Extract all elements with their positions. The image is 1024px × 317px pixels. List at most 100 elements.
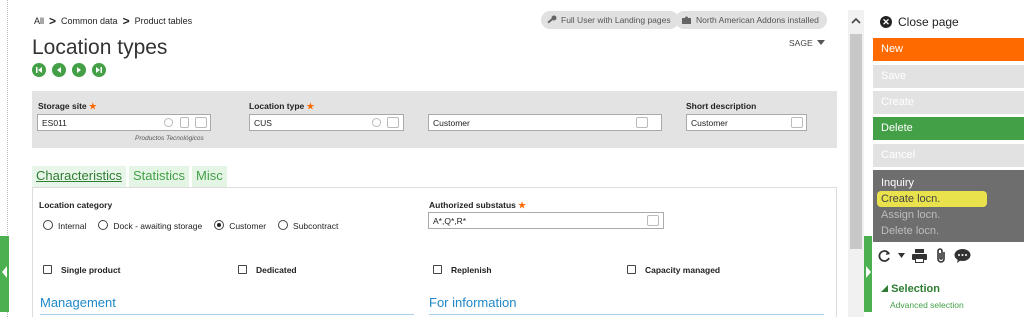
short-description-field[interactable]: Customer [686, 114, 807, 131]
tab-misc[interactable]: Misc [191, 166, 227, 187]
save-button[interactable]: Save [873, 65, 1024, 88]
cancel-button[interactable]: Cancel [873, 144, 1024, 167]
lookup-icon[interactable] [195, 117, 207, 128]
record-actions-menu: Inquiry Create locn. Assign locn. Delete… [873, 170, 1024, 242]
close-page-button[interactable]: ✕ Close page [880, 15, 959, 29]
next-record-icon[interactable] [72, 63, 86, 77]
attachment-icon[interactable] [934, 248, 948, 264]
breadcrumb: All > Common data > Product tables [34, 14, 192, 28]
tab-statistics[interactable]: Statistics [128, 166, 189, 187]
radio-button[interactable] [98, 220, 109, 230]
create-locn-action[interactable]: Create locn. [877, 191, 987, 207]
section-divider [429, 314, 824, 315]
selection-label: Selection [891, 283, 940, 295]
user-type-badge[interactable]: Full User with Landing pages [541, 11, 679, 29]
create-button[interactable]: Create [873, 91, 1024, 114]
tab-characteristics[interactable]: Characteristics [32, 166, 126, 187]
location-type-value: CUS [254, 118, 272, 128]
page-title: Location types [32, 36, 168, 59]
inquiry-action[interactable]: Inquiry [881, 175, 1016, 191]
checkbox[interactable] [238, 265, 247, 274]
checkbox[interactable] [627, 265, 636, 274]
section-management[interactable]: Management [40, 295, 116, 310]
radio-subcontract[interactable]: Subcontract [278, 220, 338, 231]
lookup-icon[interactable] [791, 117, 803, 128]
vertical-scrollbar[interactable] [848, 10, 864, 317]
delete-locn-action[interactable]: Delete locn. [881, 223, 1016, 239]
close-icon: ✕ [880, 16, 892, 28]
last-record-icon[interactable] [92, 63, 106, 77]
checkbox[interactable] [43, 265, 52, 274]
key-icon [547, 15, 557, 24]
assign-locn-action[interactable]: Assign locn. [881, 207, 1016, 223]
authorized-substatus-field[interactable]: A*,Q*,R* [428, 212, 664, 229]
record-navigation [32, 63, 106, 77]
location-type-field[interactable]: CUS [249, 114, 404, 131]
search-icon[interactable] [372, 118, 381, 127]
radio-button[interactable] [43, 220, 53, 230]
company-selector[interactable]: SAGE [789, 38, 825, 48]
previous-record-icon[interactable] [52, 63, 66, 77]
company-label: SAGE [789, 38, 813, 48]
selection-toggle[interactable]: Selection [881, 283, 940, 295]
breadcrumb-all[interactable]: All [34, 16, 44, 26]
breadcrumb-common-data[interactable]: Common data [61, 16, 118, 26]
storage-site-field[interactable]: ES011 [37, 114, 211, 131]
radio-button[interactable] [278, 220, 289, 230]
advanced-selection-link[interactable]: Advanced selection [890, 300, 964, 310]
open-document-icon[interactable] [180, 117, 189, 128]
lookup-icon[interactable] [636, 117, 648, 128]
checkbox-dedicated[interactable]: Dedicated [238, 265, 297, 275]
breadcrumb-product-tables[interactable]: Product tables [135, 16, 193, 26]
short-description-label: Short description [686, 101, 757, 111]
header-panel: Storage site ★ ES011 Productos Tecnológi… [32, 91, 837, 148]
storage-site-label: Storage site ★ [38, 101, 97, 111]
radio-button-selected[interactable] [214, 220, 225, 230]
chevron-down-icon [817, 40, 825, 45]
radio-customer[interactable]: Customer [214, 220, 266, 231]
storage-site-value: ES011 [42, 118, 67, 128]
characteristics-panel: Location category Internal Dock - awaiti… [32, 187, 837, 317]
radio-dock-awaiting-storage[interactable]: Dock - awaiting storage [98, 220, 202, 231]
section-divider [40, 314, 414, 315]
close-page-label: Close page [898, 15, 959, 29]
tab-bar: Characteristics Statistics Misc [32, 166, 230, 187]
authorized-substatus-label: Authorized substatus ★ [429, 200, 526, 210]
checkbox[interactable] [433, 265, 442, 274]
search-icon[interactable] [164, 118, 173, 127]
puzzle-icon [682, 16, 691, 24]
checkbox-single-product[interactable]: Single product [43, 265, 121, 275]
chevron-down-icon[interactable] [898, 253, 905, 259]
toolbar-icons [876, 248, 971, 264]
addons-label: North American Addons installed [696, 15, 819, 25]
location-type-label: Location type ★ [249, 101, 315, 111]
left-panel-toggle[interactable] [0, 236, 9, 312]
user-type-label: Full User with Landing pages [561, 15, 671, 25]
triangle-down-icon [881, 285, 888, 292]
right-panel-toggle[interactable] [864, 236, 872, 312]
scroll-up-icon[interactable] [850, 16, 862, 26]
action-panel: ✕ Close page New Save Create Delete Canc… [873, 0, 1024, 317]
lookup-icon[interactable] [647, 215, 659, 226]
refresh-icon[interactable] [876, 248, 892, 264]
first-record-icon[interactable] [32, 63, 46, 77]
addons-badge[interactable]: North American Addons installed [675, 11, 827, 29]
authorized-substatus-value: A*,Q*,R* [433, 216, 467, 226]
location-category-group: Internal Dock - awaiting storage Custome… [43, 220, 338, 231]
print-icon[interactable] [911, 248, 928, 264]
main-area: All > Common data > Product tables Full … [12, 0, 848, 317]
delete-button[interactable]: Delete [873, 117, 1024, 140]
checkbox-replenish[interactable]: Replenish [433, 265, 492, 275]
breadcrumb-sep: > [122, 14, 130, 28]
short-description-value: Customer [691, 118, 728, 128]
location-type-description-field[interactable]: Customer [428, 114, 662, 131]
location-category-label: Location category [39, 200, 113, 210]
lookup-icon[interactable] [387, 117, 399, 128]
new-button[interactable]: New [873, 38, 1024, 61]
scrollbar-thumb[interactable] [850, 34, 862, 249]
checkbox-capacity-managed[interactable]: Capacity managed [627, 265, 720, 275]
section-for-information[interactable]: For information [429, 295, 516, 310]
radio-internal[interactable]: Internal [43, 220, 86, 231]
breadcrumb-sep: > [49, 14, 57, 28]
comment-icon[interactable] [954, 248, 971, 264]
